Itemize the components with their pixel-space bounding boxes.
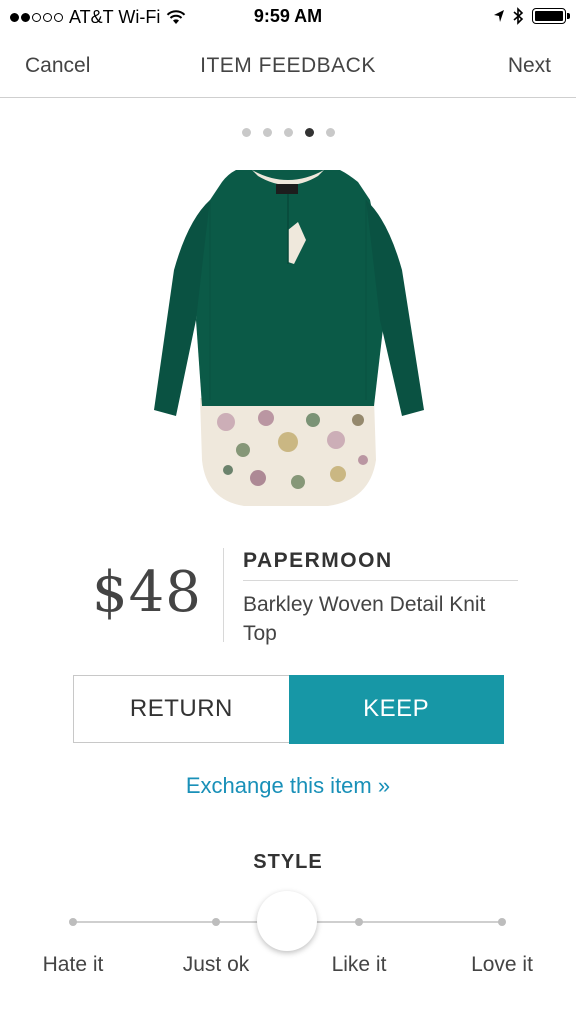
page-title: ITEM FEEDBACK [200,54,376,77]
status-bar: AT&T Wi-Fi 9:59 AM [0,0,576,40]
slider-tick [69,918,77,926]
page-dot[interactable] [241,128,251,137]
style-rating-label: STYLE [253,851,323,873]
product-name: Barkley Woven Detail Knit Top [243,593,486,645]
product-image [148,160,428,512]
status-right [493,7,570,25]
return-keep-toggle: RETURN KEEP [73,674,504,744]
nav-bar: Cancel ITEM FEEDBACK Next [0,40,576,98]
slider-tick [212,918,220,926]
page-dot[interactable] [325,128,335,137]
rating-option-just-ok[interactable]: Just ok [161,953,271,977]
divider [223,548,224,642]
page-dot[interactable] [304,128,314,137]
return-button[interactable]: RETURN [74,676,289,742]
rating-option-love-it[interactable]: Love it [447,953,557,977]
slider-tick [355,918,363,926]
rating-option-hate-it[interactable]: Hate it [18,953,128,977]
brand-name: PAPERMOON [243,549,393,572]
location-arrow-icon [494,10,504,22]
battery-icon [532,8,570,24]
style-slider-handle[interactable] [257,891,317,951]
page-dot[interactable] [262,128,272,137]
status-time: 9:59 AM [253,6,323,26]
rating-option-like-it[interactable]: Like it [304,953,414,977]
keep-button[interactable]: KEEP [288,674,504,744]
next-button[interactable]: Next [508,54,551,78]
page-dot[interactable] [283,128,293,137]
price: $48 [92,560,202,625]
divider [243,580,518,581]
exchange-item-link[interactable]: Exchange this item » [0,773,576,799]
page-indicator [0,128,576,137]
slider-tick [498,918,506,926]
bluetooth-icon [513,7,524,25]
